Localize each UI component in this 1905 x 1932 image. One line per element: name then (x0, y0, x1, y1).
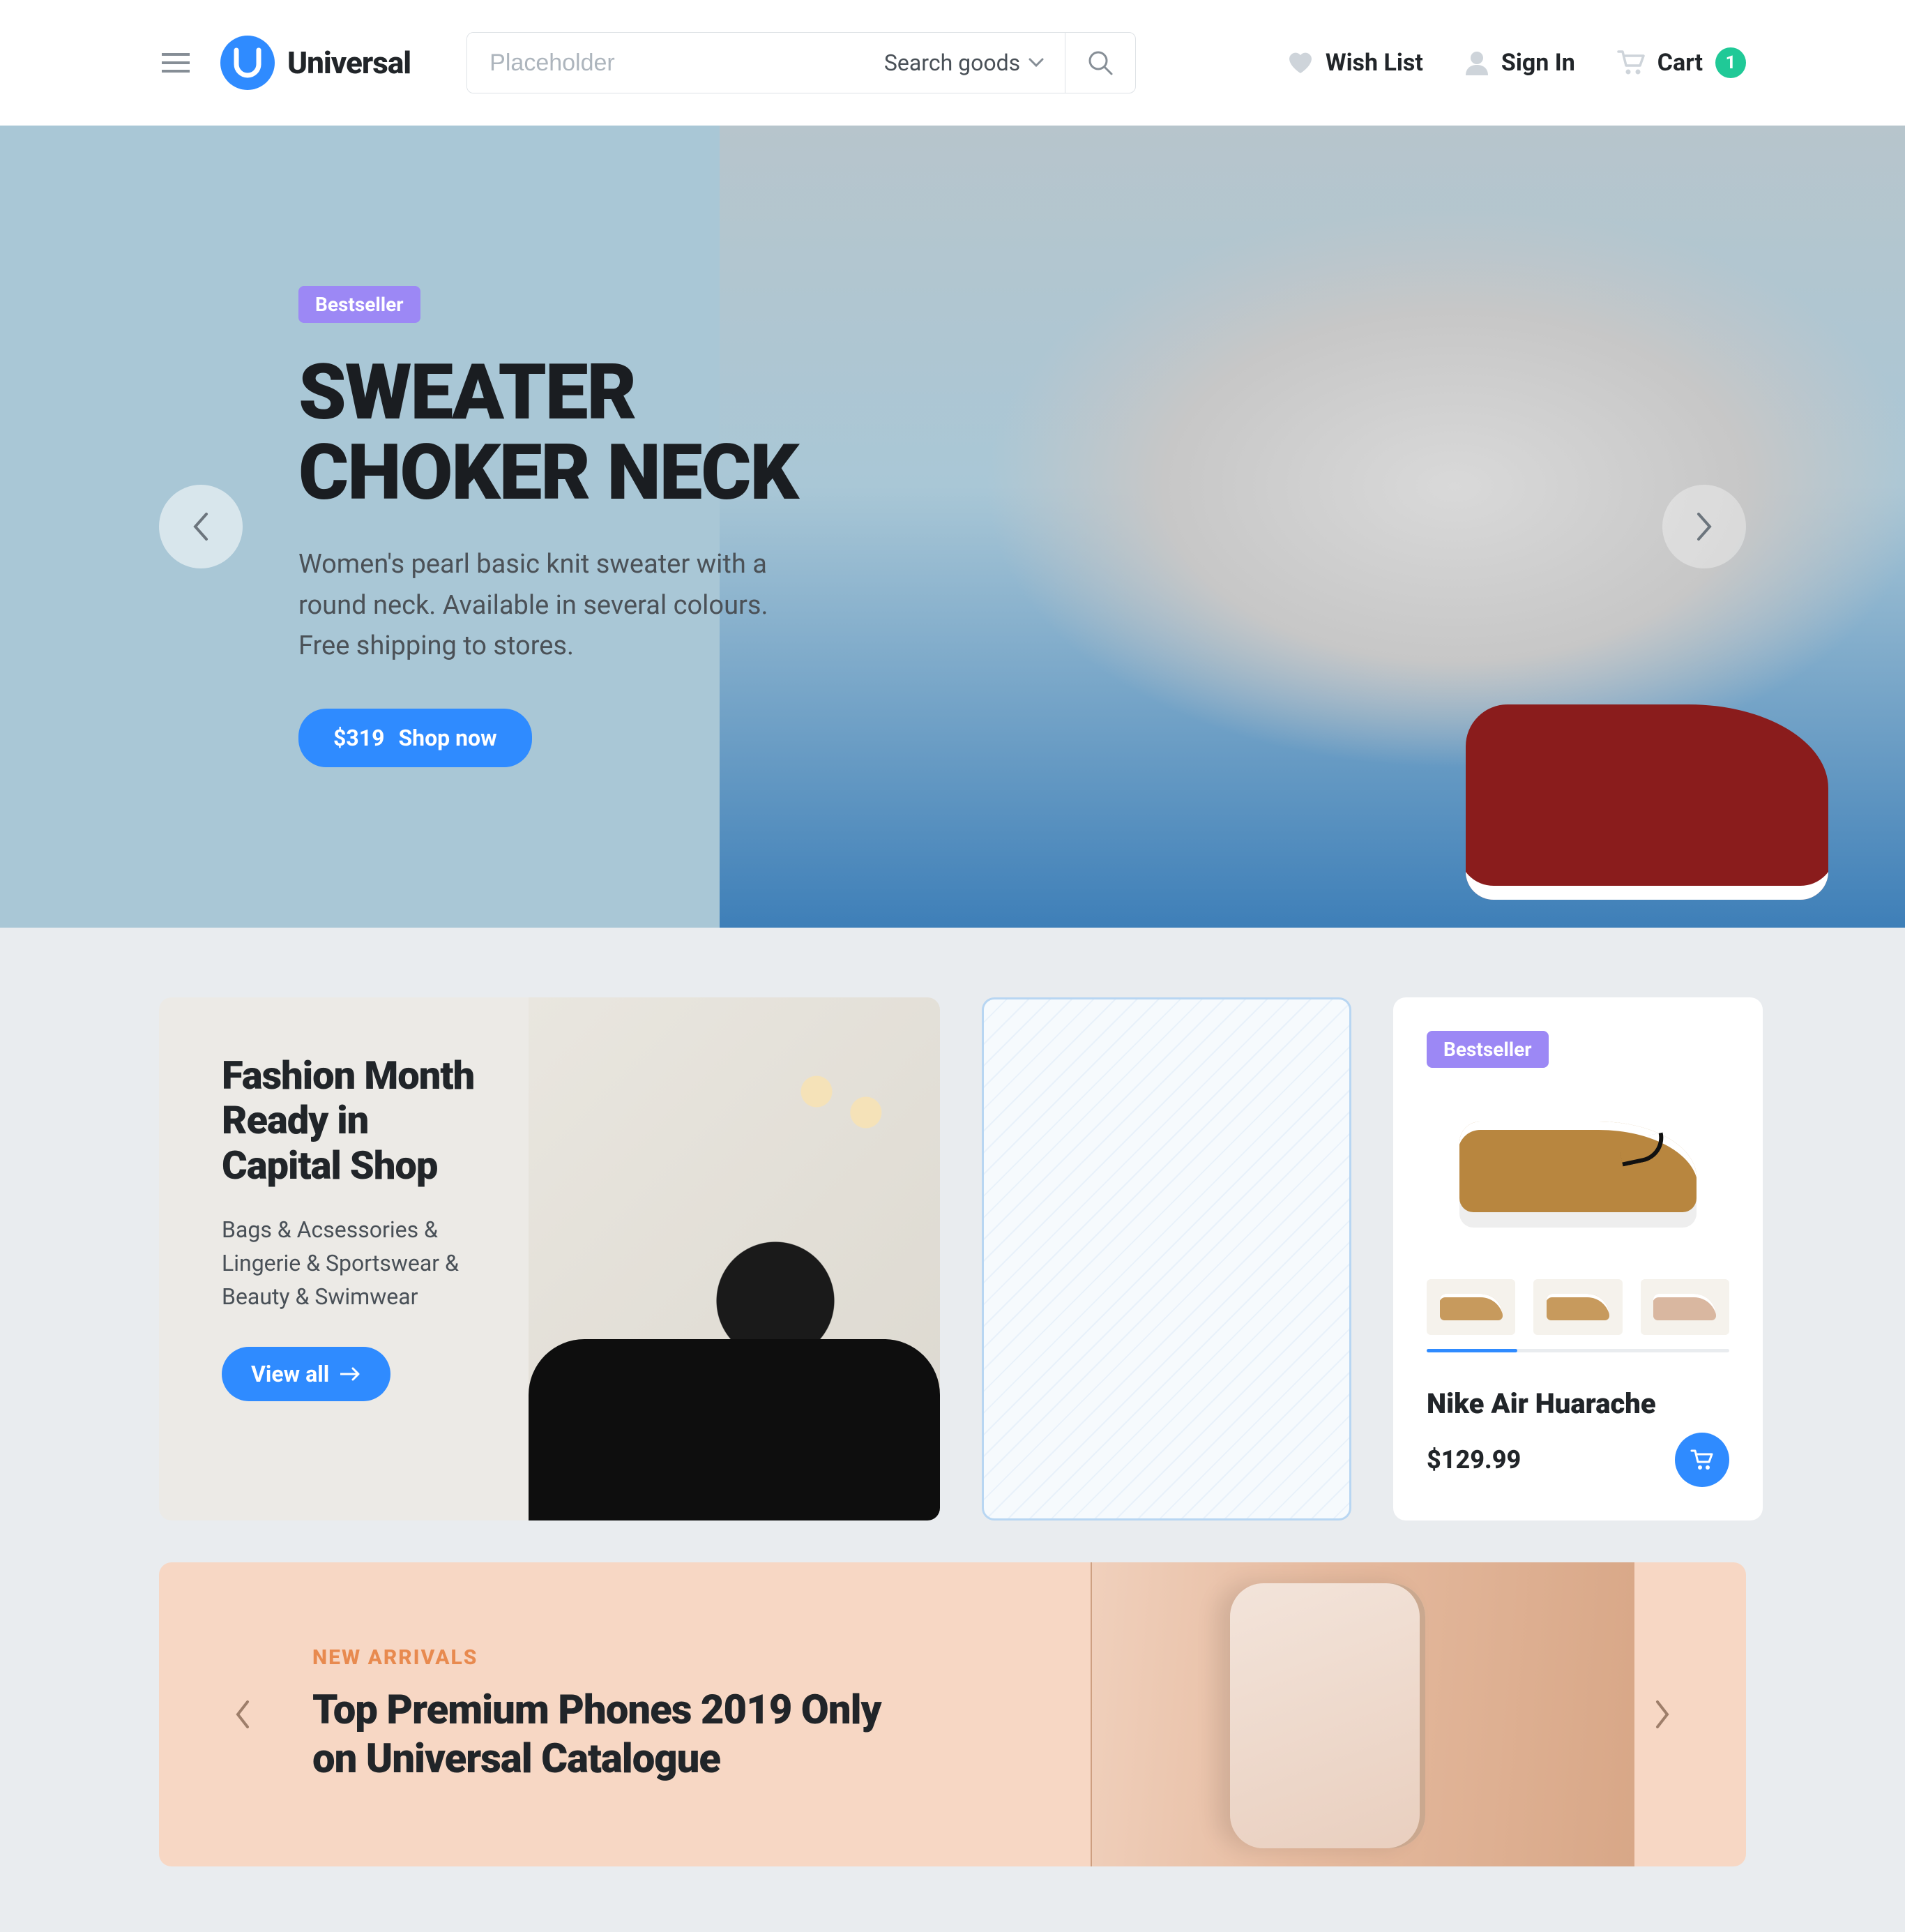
chevron-left-icon (234, 1699, 252, 1730)
header-right: Wish List Sign In Cart 1 (1288, 47, 1746, 78)
feature-cards-row: Fashion Month Ready in Capital Shop Bags… (0, 928, 1905, 1562)
signin-link[interactable]: Sign In (1465, 49, 1575, 77)
add-to-cart-button[interactable] (1675, 1433, 1729, 1487)
chevron-down-icon (1029, 58, 1044, 68)
search-button[interactable] (1065, 33, 1135, 93)
promo-content: Fashion Month Ready in Capital Shop Bags… (159, 997, 529, 1520)
new-arrivals-banner: NEW ARRIVALS Top Premium Phones 2019 Onl… (159, 1562, 1746, 1866)
banner-image (1091, 1562, 1634, 1866)
banner-next-button[interactable] (1641, 1693, 1683, 1735)
hamburger-menu-button[interactable] (159, 46, 192, 80)
logo-icon (231, 46, 264, 80)
banner-eyebrow: NEW ARRIVALS (312, 1645, 898, 1670)
carousel-next-button[interactable] (1662, 485, 1746, 568)
wishlist-link[interactable]: Wish List (1288, 49, 1423, 77)
cart-link[interactable]: Cart 1 (1617, 47, 1746, 78)
chevron-right-icon (1653, 1699, 1671, 1730)
banner-content: NEW ARRIVALS Top Premium Phones 2019 Onl… (312, 1645, 898, 1783)
hero-carousel: Bestseller SWEATER CHOKER NECK Women's p… (0, 126, 1905, 928)
view-all-label: View all (251, 1361, 329, 1387)
signin-label: Sign In (1501, 49, 1575, 77)
wishlist-label: Wish List (1326, 49, 1423, 77)
product-price: $129.99 (1427, 1445, 1521, 1474)
thumbnail-indicator (1427, 1349, 1729, 1352)
hero-title-line2: CHOKER NECK (298, 428, 798, 518)
hero-description: Women's pearl basic knit sweater with a … (298, 544, 773, 667)
search-category-label: Search goods (884, 50, 1020, 76)
hero-title: SWEATER CHOKER NECK (298, 352, 798, 513)
promo-title: Fashion Month Ready in Capital Shop (222, 1053, 487, 1188)
product-thumbnail[interactable] (1533, 1279, 1622, 1335)
cart-count-badge: 1 (1715, 47, 1746, 78)
cart-icon (1617, 50, 1645, 75)
logo[interactable]: Universal (220, 36, 411, 90)
product-name: Nike Air Huarache (1427, 1387, 1729, 1420)
hamburger-icon (162, 52, 190, 73)
hero-cta-label: Shop now (398, 725, 496, 751)
cart-icon (1690, 1449, 1714, 1470)
search-category-dropdown[interactable]: Search goods (863, 33, 1065, 93)
banner-prev-button[interactable] (222, 1693, 264, 1735)
bestseller-badge: Bestseller (298, 286, 420, 323)
heart-icon (1288, 51, 1313, 75)
hero-shoe-illustration (1466, 704, 1828, 900)
view-all-button[interactable]: View all (222, 1347, 390, 1401)
search-input[interactable] (467, 33, 863, 93)
promo-image (529, 997, 940, 1520)
logo-text: Universal (287, 45, 411, 81)
user-icon (1465, 50, 1489, 75)
logo-mark (220, 36, 275, 90)
phone-illustration (1230, 1583, 1425, 1848)
search-bar: Search goods (466, 32, 1136, 93)
shoe-illustration (1459, 1122, 1697, 1212)
product-thumbnail[interactable] (1641, 1279, 1729, 1335)
hero-price: $319 (333, 725, 384, 751)
shop-now-button[interactable]: $319 Shop now (298, 709, 532, 767)
product-card[interactable]: Bestseller Nike Air Huarache $129.99 (1393, 997, 1763, 1520)
promo-card-fashion[interactable]: Fashion Month Ready in Capital Shop Bags… (159, 997, 940, 1520)
promo-description: Bags & Acsessories & Lingerie & Sportswe… (222, 1213, 487, 1313)
header: Universal Search goods Wish List Sign In (0, 0, 1905, 126)
product-image (1427, 1080, 1729, 1253)
hero-title-line1: SWEATER (298, 347, 635, 437)
banner-title: Top Premium Phones 2019 Only on Universa… (312, 1686, 898, 1783)
arrow-right-icon (340, 1367, 361, 1381)
placeholder-card[interactable] (982, 997, 1351, 1520)
product-bestseller-badge: Bestseller (1427, 1031, 1549, 1068)
search-icon (1087, 50, 1114, 76)
product-bottom: $129.99 (1427, 1433, 1729, 1487)
hero-content: Bestseller SWEATER CHOKER NECK Women's p… (0, 286, 798, 768)
product-thumbnail[interactable] (1427, 1279, 1515, 1335)
chevron-right-icon (1694, 511, 1714, 542)
cart-label: Cart (1657, 49, 1703, 77)
product-thumbnails (1427, 1279, 1729, 1335)
